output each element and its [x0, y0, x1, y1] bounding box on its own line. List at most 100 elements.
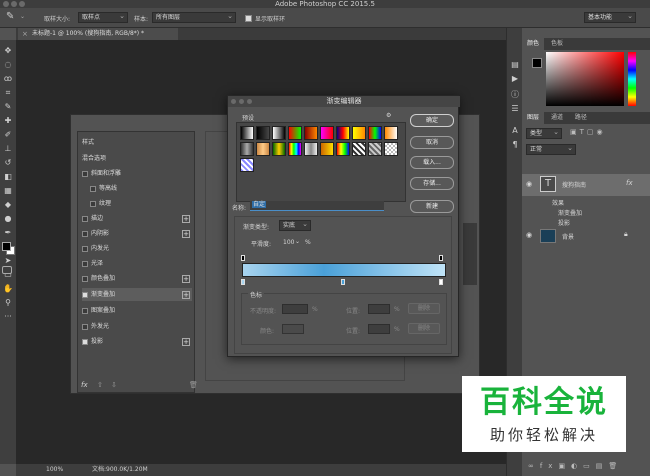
- tool-preset-chevron-icon[interactable]: ⌄: [20, 13, 25, 20]
- more-tools-icon[interactable]: ···: [3, 312, 13, 322]
- properties-panel-icon[interactable]: ☰: [510, 104, 520, 114]
- preset-swatch[interactable]: [240, 126, 254, 140]
- visibility-eye-icon[interactable]: ◉: [526, 231, 532, 239]
- preset-swatch[interactable]: [256, 142, 270, 156]
- smoothness-value[interactable]: 100: [283, 239, 294, 246]
- style-checkbox[interactable]: [90, 200, 96, 207]
- smoothness-dropdown-icon[interactable]: ⌄: [295, 238, 300, 245]
- preset-swatch[interactable]: [352, 142, 366, 156]
- preset-swatch[interactable]: [288, 142, 302, 156]
- hand-tool-icon[interactable]: ✋: [3, 284, 13, 294]
- preset-swatch[interactable]: [256, 126, 270, 140]
- layer-filter-select[interactable]: 类型: [526, 127, 562, 139]
- preset-swatch[interactable]: [384, 126, 398, 140]
- preset-swatch[interactable]: [240, 158, 254, 172]
- history-panel-icon[interactable]: ▤: [510, 60, 520, 70]
- preset-swatch[interactable]: [352, 126, 366, 140]
- preset-swatch[interactable]: [288, 126, 302, 140]
- style-checkbox[interactable]: [82, 170, 88, 177]
- crop-tool-icon[interactable]: ⌗: [3, 88, 13, 98]
- path-selection-icon[interactable]: ➤: [3, 256, 13, 266]
- zoom-tool-icon[interactable]: ⚲: [3, 298, 13, 308]
- filter-icons[interactable]: ▣T▢◉: [570, 128, 606, 136]
- preset-swatch[interactable]: [368, 126, 382, 140]
- close-tab-icon[interactable]: ×: [22, 28, 28, 40]
- style-item[interactable]: 光泽: [82, 257, 192, 270]
- close-window-icon[interactable]: [3, 1, 9, 7]
- add-effect-icon[interactable]: +: [182, 230, 190, 238]
- cancel-button[interactable]: 取消: [410, 136, 454, 149]
- tab-channels[interactable]: 通道: [546, 112, 568, 124]
- style-item[interactable]: 等高线: [82, 182, 192, 195]
- dialog-close-icon[interactable]: [231, 99, 236, 104]
- eyedropper-tool-icon[interactable]: ✎: [6, 11, 14, 22]
- style-item[interactable]: 投影 +: [82, 335, 192, 348]
- color-stop-right[interactable]: [439, 279, 443, 285]
- style-item[interactable]: 斜面和浮雕: [82, 167, 192, 180]
- blend-mode-select[interactable]: 正常: [526, 143, 576, 155]
- add-effect-icon[interactable]: +: [182, 338, 190, 346]
- style-checkbox[interactable]: [82, 230, 88, 237]
- gradient-type-select[interactable]: 实底: [279, 219, 311, 231]
- style-checkbox[interactable]: [90, 185, 96, 192]
- color-foreground-swatch[interactable]: [532, 58, 542, 68]
- dodge-tool-icon[interactable]: ●: [3, 214, 13, 224]
- layer-row-text[interactable]: ◉ T 搜狗指南 fx: [522, 174, 650, 196]
- pen-tool-icon[interactable]: ✒: [3, 228, 13, 238]
- style-checkbox[interactable]: [82, 291, 88, 298]
- document-tab[interactable]: × 未标题-1 @ 100% (搜狗指南, RGB/8*) *: [18, 28, 178, 40]
- foreground-color-swatch[interactable]: [2, 242, 11, 251]
- tab-color[interactable]: 颜色: [522, 38, 545, 50]
- preset-swatch[interactable]: [336, 126, 350, 140]
- style-checkbox[interactable]: [82, 323, 88, 330]
- style-item[interactable]: 内阴影 +: [82, 227, 192, 240]
- style-checkbox[interactable]: [82, 260, 88, 267]
- actions-panel-icon[interactable]: ▶: [510, 74, 520, 84]
- effect-gradient-overlay[interactable]: 渐变叠加: [558, 208, 582, 217]
- healing-brush-icon[interactable]: ✚: [3, 116, 13, 126]
- add-effect-icon[interactable]: +: [182, 215, 190, 223]
- preset-swatch[interactable]: [304, 142, 318, 156]
- ok-button[interactable]: 确定: [410, 114, 454, 127]
- trash-icon[interactable]: 🗑︎: [189, 381, 198, 389]
- tab-swatches[interactable]: 色板: [546, 38, 568, 50]
- move-tool-icon[interactable]: ✥: [3, 46, 13, 56]
- style-item[interactable]: 颜色叠加 +: [82, 272, 192, 285]
- minimize-window-icon[interactable]: [11, 1, 17, 7]
- preset-swatch[interactable]: [368, 142, 382, 156]
- add-effect-icon[interactable]: +: [182, 275, 190, 283]
- paragraph-panel-icon[interactable]: ¶: [510, 140, 520, 150]
- add-effect-icon[interactable]: +: [182, 291, 190, 299]
- preset-swatch[interactable]: [272, 126, 286, 140]
- style-checkbox[interactable]: [82, 275, 88, 282]
- new-button[interactable]: 新建: [410, 200, 454, 213]
- hue-slider[interactable]: [628, 52, 636, 106]
- character-panel-icon[interactable]: A: [510, 126, 520, 136]
- blur-tool-icon[interactable]: ◆: [3, 200, 13, 210]
- color-stop-mid[interactable]: [341, 279, 345, 285]
- zoom-level[interactable]: 100%: [46, 464, 63, 476]
- style-item[interactable]: 外发光: [82, 320, 192, 333]
- tab-paths[interactable]: 路径: [570, 112, 592, 124]
- gradient-tool-icon[interactable]: ▦: [3, 186, 13, 196]
- history-brush-icon[interactable]: ↺: [3, 158, 13, 168]
- color-stop-left[interactable]: [241, 279, 245, 285]
- preset-swatch[interactable]: [320, 126, 334, 140]
- gradient-preview-bar[interactable]: [242, 263, 446, 277]
- style-item[interactable]: 描边 +: [82, 212, 192, 225]
- style-item[interactable]: 内发光: [82, 242, 192, 255]
- presets-gear-icon[interactable]: ⚙: [386, 112, 391, 119]
- opacity-stop-right[interactable]: [439, 255, 443, 261]
- style-checkbox[interactable]: [82, 307, 88, 314]
- stamp-tool-icon[interactable]: ⊥: [3, 144, 13, 154]
- save-button[interactable]: 存储...: [410, 177, 454, 190]
- lasso-tool-icon[interactable]: ꝏ: [3, 74, 13, 84]
- sample-select[interactable]: 所有图层: [152, 11, 236, 23]
- style-item[interactable]: 样式: [82, 136, 192, 149]
- tab-layers[interactable]: 图层: [522, 112, 545, 124]
- workspace-select[interactable]: 基本功能: [584, 11, 636, 23]
- preset-swatch[interactable]: [240, 142, 254, 156]
- opacity-stop-left[interactable]: [241, 255, 245, 261]
- preset-swatch[interactable]: [320, 142, 334, 156]
- preset-swatch[interactable]: [304, 126, 318, 140]
